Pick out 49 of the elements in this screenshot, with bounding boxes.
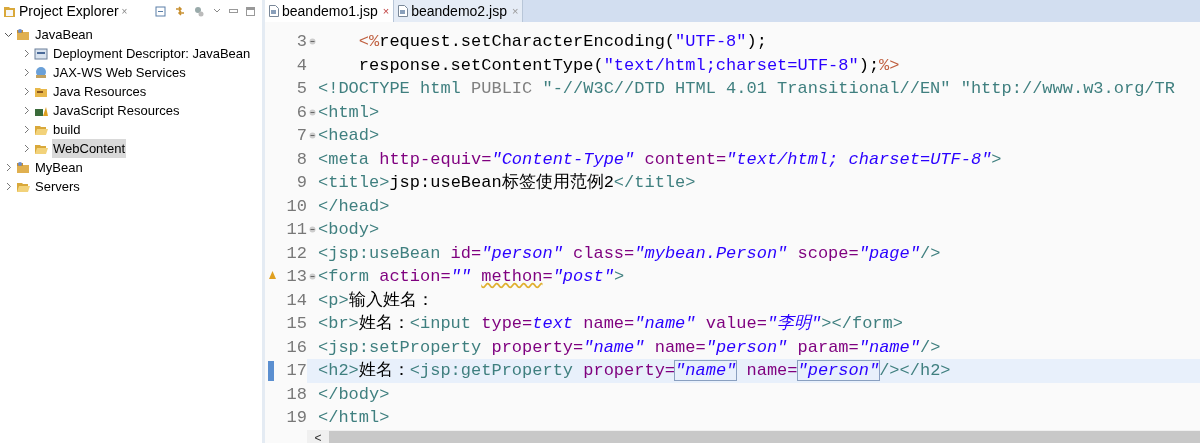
code-line: <form action="" methon="post"> <box>317 266 625 288</box>
code-line: <%request.setCharacterEncoding("UTF-8"); <box>357 31 767 53</box>
line-number: 17 <box>286 360 307 382</box>
code-line: </body> <box>317 383 390 406</box>
tree-item[interactable]: MyBean <box>34 157 84 178</box>
editor-tab[interactable]: beandemo2.jsp × <box>394 0 524 22</box>
code-line: <p>输入姓名： <box>317 289 434 312</box>
line-number: 10 <box>286 195 307 218</box>
tree-item[interactable]: JavaScript Resources <box>52 100 181 121</box>
line-number: 8 <box>296 148 307 171</box>
close-button[interactable]: × <box>382 2 390 20</box>
close-button[interactable]: × <box>121 3 128 19</box>
line-number: 4 <box>296 54 307 77</box>
scroll-left-arrow[interactable]: < <box>307 426 329 443</box>
code-line: <head> <box>317 125 380 147</box>
line-number: 5 <box>296 78 307 100</box>
code-line: <jsp:setProperty property="name" name="person" param="name"/> <box>317 336 941 359</box>
line-number: 12 <box>286 242 307 265</box>
line-number: 14 <box>286 289 307 312</box>
line-number: 13 <box>286 266 307 288</box>
line-number: 19 <box>286 407 307 429</box>
code-line: <!DOCTYPE html PUBLIC "-//W3C//DTD HTML 4.01 Transitional//EN" "http://www.w3.org/TR <box>317 78 1175 100</box>
code-line: <body> <box>317 219 380 241</box>
line-number: 15 <box>286 313 307 335</box>
line-number: 9 <box>296 172 307 194</box>
code-line: <jsp:useBean id="person" class="mybean.Person" scope="page"/> <box>317 242 941 265</box>
code-line: <html> <box>317 101 380 124</box>
editor-tab[interactable]: beandemo1.jsp × <box>265 0 395 22</box>
tree-item[interactable]: build <box>52 119 82 140</box>
tree-item[interactable]: Deployment Descriptor: JavaBean <box>52 43 252 64</box>
line-number: 18 <box>286 383 307 406</box>
code-line: </head> <box>317 195 390 218</box>
tree-item[interactable]: Java Resources <box>52 81 148 102</box>
code-line: response.setContentType("text/html;charset=UTF-8");%> <box>357 54 900 77</box>
tree-item[interactable]: WebContent <box>52 138 127 159</box>
line-number: 16 <box>286 336 307 359</box>
code-line: </html> <box>317 407 390 429</box>
panel-title: Project Explorer <box>19 1 119 21</box>
tree-item[interactable]: Servers <box>34 176 81 197</box>
code-line: <h2>姓名：<jsp:getProperty property="name" name="person"/></h2> <box>317 360 951 382</box>
code-line: <br>姓名：<input type=text name="name" value="李明"></form> <box>317 313 903 335</box>
line-number: 3 <box>296 31 307 53</box>
line-number: 11 <box>286 219 307 241</box>
code-line: <title>jsp:useBean标签使用范例2</title> <box>317 172 696 194</box>
tree-item[interactable]: JavaBean <box>34 24 94 45</box>
tree-item[interactable]: JAX-WS Web Services <box>52 62 187 83</box>
code-line: <meta http-equiv="Content-Type" content="text/html; charset=UTF-8"> <box>317 148 1002 171</box>
line-number: 7 <box>296 125 307 147</box>
line-number: 6 <box>296 101 307 124</box>
